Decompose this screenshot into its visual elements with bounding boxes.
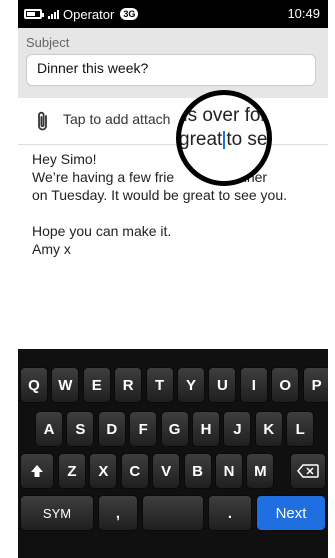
body-line: Hope you can make it. (32, 223, 172, 239)
sym-key-label: SYM (42, 505, 72, 521)
backspace-icon (297, 464, 319, 478)
key-f[interactable]: F (129, 411, 158, 447)
message-body[interactable]: Hey Simo! We’re having a few friedinner … (32, 150, 322, 258)
key-o[interactable]: O (271, 367, 300, 403)
text-magnifier: ds over for great to se (176, 90, 272, 186)
paperclip-icon (38, 111, 47, 131)
key-c[interactable]: C (120, 453, 149, 489)
text-cursor (223, 130, 226, 149)
subject-area: Subject Dinner this week? (18, 28, 328, 98)
key-i[interactable]: I (239, 367, 268, 403)
key-n[interactable]: N (215, 453, 243, 489)
magnifier-line: great to se (179, 129, 268, 151)
signal-bar (48, 16, 50, 19)
sym-key[interactable]: SYM (20, 495, 94, 531)
battery-icon (24, 9, 44, 19)
magnifier-line: ds over for (177, 105, 267, 126)
comma-key[interactable]: , (98, 495, 138, 531)
key-v[interactable]: V (152, 453, 181, 489)
body-line: Amy x (32, 241, 71, 257)
magnifier-text-after: to se (226, 129, 268, 150)
key-s[interactable]: S (66, 411, 95, 447)
shift-icon (31, 465, 43, 477)
subject-input[interactable]: Dinner this week? (26, 54, 316, 86)
key-z[interactable]: Z (58, 453, 86, 489)
key-m[interactable]: M (246, 453, 275, 489)
subject-label: Subject (26, 35, 70, 50)
body-line-part: We’re having a few frie (32, 169, 175, 185)
signal-icon (48, 9, 59, 19)
body-line: on Tuesday. It would be great to see you… (32, 187, 288, 203)
key-w[interactable]: W (51, 367, 80, 403)
signal-bar (54, 12, 56, 19)
key-t[interactable]: T (145, 367, 174, 403)
magnifier-text-before: great (179, 129, 223, 150)
clock: 10:49 (287, 6, 320, 21)
signal-bar (57, 10, 59, 19)
operator-name: Operator (63, 6, 115, 22)
shift-key[interactable] (20, 453, 54, 489)
network-badge: 3G (120, 8, 139, 20)
backspace-key[interactable] (290, 453, 326, 489)
next-key[interactable]: Next (256, 495, 326, 531)
key-x[interactable]: X (89, 453, 118, 489)
key-r[interactable]: R (114, 367, 143, 403)
key-j[interactable]: J (223, 411, 252, 447)
key-q[interactable]: Q (20, 367, 48, 403)
period-key[interactable]: . (208, 495, 252, 531)
body-line: Hey Simo! (32, 151, 97, 167)
key-d[interactable]: D (97, 411, 126, 447)
key-k[interactable]: K (254, 411, 283, 447)
status-left: Operator 3G (18, 6, 139, 22)
add-attachment-button[interactable]: Tap to add attach (18, 98, 328, 145)
body-line: We’re having a few friedinner (32, 168, 322, 186)
signal-bar (51, 14, 53, 19)
battery-fill (27, 12, 36, 16)
key-l[interactable]: L (286, 411, 315, 447)
key-g[interactable]: G (160, 411, 189, 447)
space-key[interactable] (142, 495, 204, 531)
attach-label: Tap to add attach (63, 111, 171, 127)
virtual-keyboard: SYM , . Next QWERTYUIOP ASDFGHJKL ZXCVBNM (18, 349, 328, 558)
key-a[interactable]: A (35, 411, 63, 447)
status-bar: Operator 3G 10:49 (18, 0, 328, 28)
key-u[interactable]: U (208, 367, 237, 403)
key-h[interactable]: H (192, 411, 220, 447)
phone-screen: Operator 3G 10:49 Subject Dinner this we… (18, 0, 328, 558)
key-b[interactable]: B (183, 453, 212, 489)
key-e[interactable]: E (82, 367, 111, 403)
key-p[interactable]: P (302, 367, 328, 403)
key-y[interactable]: Y (177, 367, 205, 403)
